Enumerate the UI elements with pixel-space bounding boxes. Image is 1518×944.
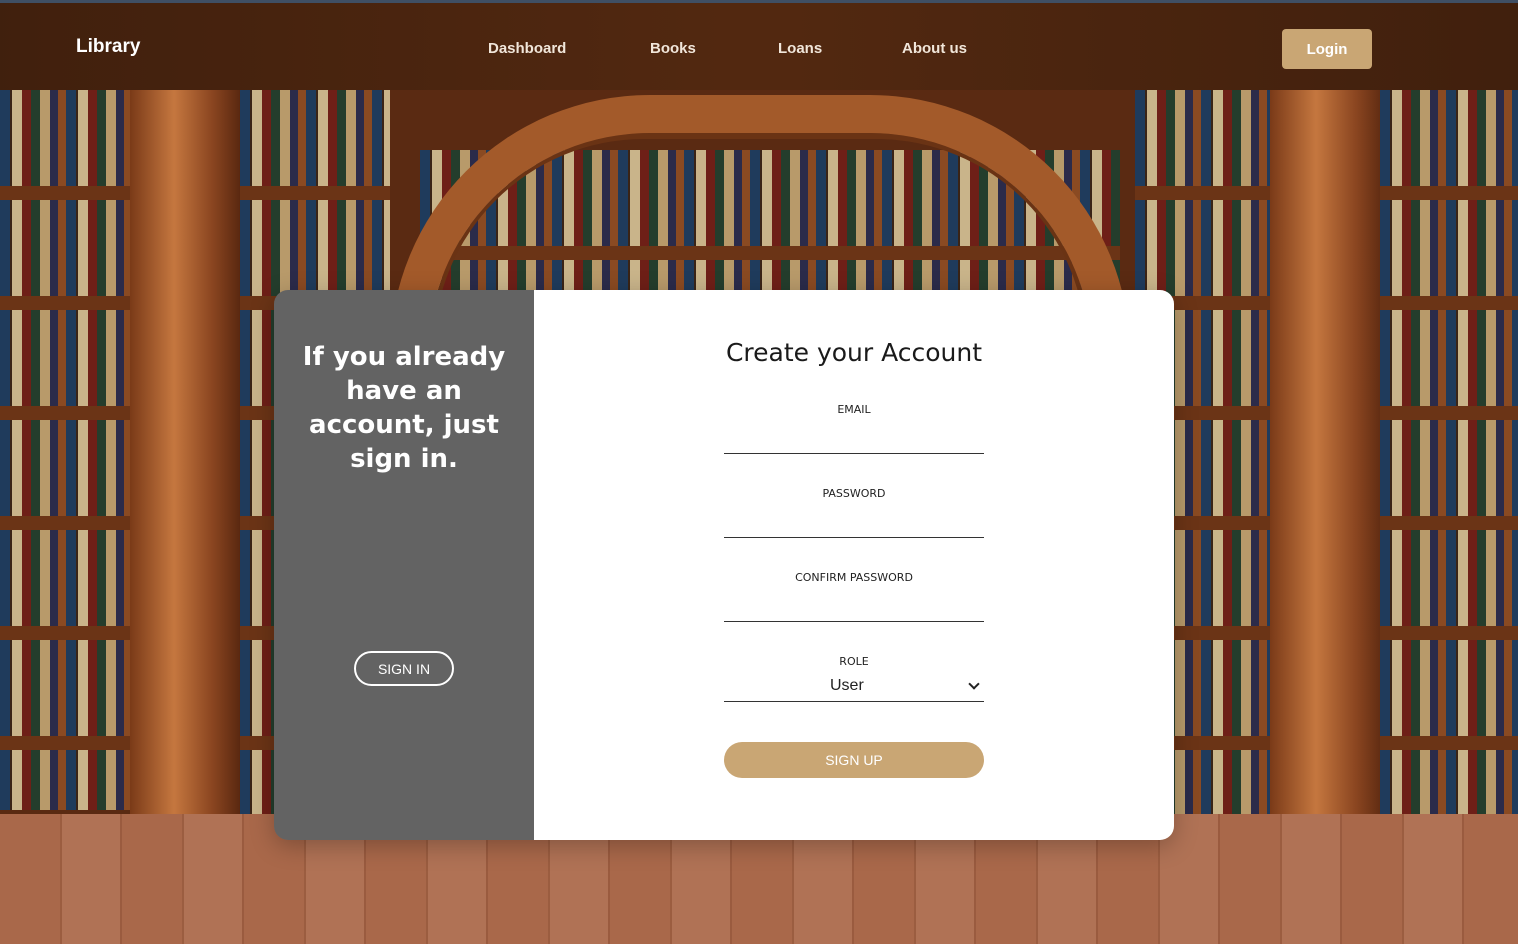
signup-card: If you already have an account, just sig… <box>274 290 1174 840</box>
sign-in-button[interactable]: SIGN IN <box>354 651 454 686</box>
confirm-password-label: CONFIRM PASSWORD <box>795 571 913 584</box>
email-field[interactable] <box>724 424 984 454</box>
brand-logo[interactable]: Library <box>76 36 140 58</box>
login-button[interactable]: Login <box>1282 29 1372 69</box>
signin-panel: If you already have an account, just sig… <box>274 290 534 840</box>
nav-about-us[interactable]: About us <box>902 40 967 57</box>
chevron-down-icon <box>968 678 980 690</box>
role-label: ROLE <box>839 655 869 668</box>
nav-loans[interactable]: Loans <box>778 40 822 57</box>
bookshelf-right <box>1380 90 1518 850</box>
bookshelf-left <box>0 90 135 810</box>
role-selected-value: User <box>830 677 864 694</box>
signin-prompt: If you already have an account, just sig… <box>302 342 506 474</box>
sign-up-button[interactable]: SIGN UP <box>724 742 984 778</box>
nav-books[interactable]: Books <box>650 40 696 57</box>
confirm-password-field[interactable] <box>724 592 984 622</box>
form-title: Create your Account <box>725 338 983 367</box>
nav-dashboard[interactable]: Dashboard <box>488 40 566 57</box>
password-field[interactable] <box>724 508 984 538</box>
signup-form: Create your Account EMAIL PASSWORD CONFI… <box>534 290 1174 840</box>
email-label: EMAIL <box>837 403 871 416</box>
navbar: Library Dashboard Books Loans About us L… <box>0 0 1518 90</box>
password-label: PASSWORD <box>822 487 886 500</box>
role-select[interactable]: User <box>724 674 984 702</box>
